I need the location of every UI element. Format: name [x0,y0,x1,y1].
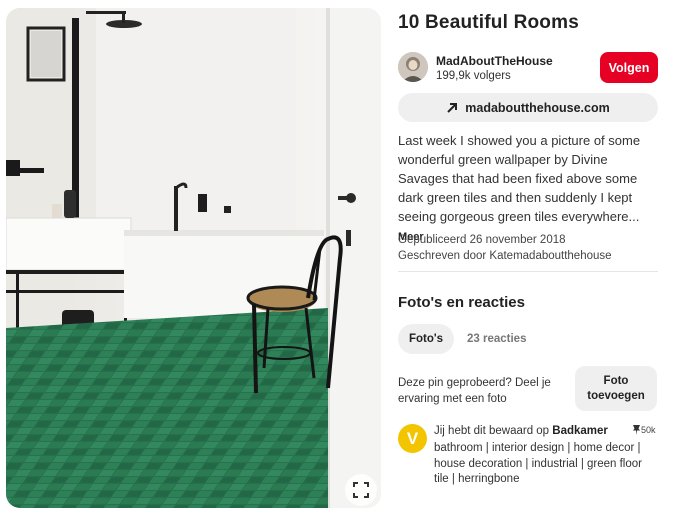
user-photo-icon [398,52,428,82]
save-count: 50k [632,424,656,435]
saved-to-board: Jij hebt dit bewaard op Badkamer [434,425,608,437]
profile-row: MadAboutTheHouse 199,9k volgers Volgen [398,52,660,86]
published-date: Gepubliceerd 26 november 2018 [398,234,566,246]
add-photo-label-line1: Foto [603,374,629,387]
board-avatar[interactable]: V [398,424,427,453]
tab-photos[interactable]: Foto's [398,324,454,354]
arrow-up-right-icon [446,102,458,114]
reactions-title: Foto's en reacties [398,294,525,311]
pin-title: 10 Beautiful Rooms [398,12,579,33]
save-count-value: 50k [641,424,656,435]
add-photo-button[interactable]: Foto toevoegen [575,366,657,411]
divider [398,271,658,272]
description-text: Last week I showed you a picture of some… [398,133,641,224]
try-prompt: Deze pin geprobeerd? Deel je ervaring me… [398,377,551,405]
add-photo-label-line2: toevoegen [587,389,645,402]
tag-list: bathroom | interior design | home decor … [434,442,642,485]
saved-prefix: Jij hebt dit bewaard op [434,425,553,437]
source-link-label: madaboutthehouse.com [465,100,610,115]
bathroom-photo [6,8,381,508]
source-link[interactable]: madaboutthehouse.com [398,93,658,122]
profile-name[interactable]: MadAboutTheHouse [436,54,553,68]
follower-count: 199,9k volgers [436,70,511,82]
avatar[interactable] [398,52,428,82]
tab-comments[interactable]: 23 reacties [467,333,526,345]
follow-button[interactable]: Volgen [600,52,658,83]
expand-image-button[interactable] [345,474,377,506]
board-name-link[interactable]: Badkamer [552,425,608,437]
expand-icon [353,482,369,498]
pin-description: Last week I showed you a picture of some… [398,131,660,247]
written-by: Geschreven door Katemadaboutthehouse [398,250,612,262]
pin-icon [633,425,640,435]
pin-image[interactable] [6,8,381,508]
